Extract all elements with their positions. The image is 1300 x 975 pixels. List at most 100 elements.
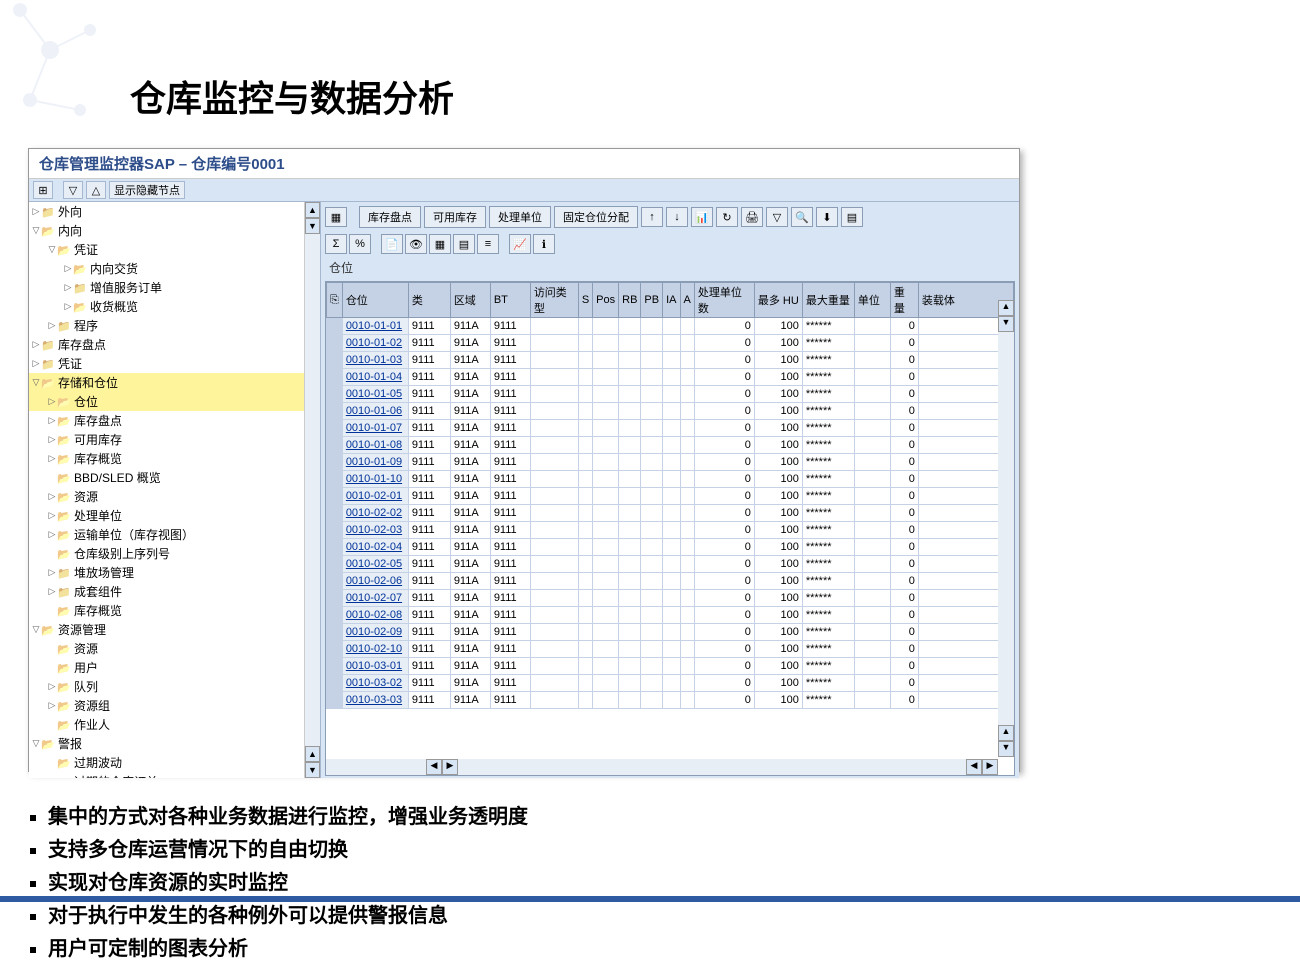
bin-link[interactable]: 0010-01-03 <box>342 352 408 369</box>
tree-item[interactable]: ▷可用库存 <box>29 430 320 449</box>
handling-unit-button[interactable]: 处理单位 <box>489 206 551 228</box>
scroll-down-icon[interactable]: ▼ <box>305 218 320 234</box>
detail-icon[interactable]: ▦ <box>325 207 347 227</box>
table-row[interactable]: 0010-02-049111911A91110100******0 <box>327 539 1014 556</box>
table-row[interactable]: 0010-02-019111911A91110100******0 <box>327 488 1014 505</box>
view-icon[interactable]: 👁 <box>405 234 427 254</box>
tree-arrow-icon[interactable]: ▽ <box>31 225 41 236</box>
table-row[interactable]: 0010-02-109111911A91110100******0 <box>327 641 1014 658</box>
sum-icon[interactable]: Σ <box>325 234 347 254</box>
row-selector[interactable] <box>327 624 343 641</box>
grid-vertical-scrollbar[interactable]: ▲ ▼ ▲ ▼ <box>998 300 1014 757</box>
bin-link[interactable]: 0010-02-03 <box>342 522 408 539</box>
row-selector[interactable] <box>327 658 343 675</box>
scroll-up-icon[interactable]: ▲ <box>998 300 1014 316</box>
scroll-up-icon[interactable]: ▲ <box>998 725 1014 741</box>
row-selector[interactable] <box>327 641 343 658</box>
table-row[interactable]: 0010-01-089111911A91110100******0 <box>327 437 1014 454</box>
tree-arrow-icon[interactable]: ▷ <box>47 491 57 502</box>
table-row[interactable]: 0010-02-039111911A91110100******0 <box>327 522 1014 539</box>
grid-horizontal-scrollbar[interactable]: ◀ ▶ ◀ ▶ <box>326 759 998 775</box>
col-header[interactable]: 访问类型 <box>530 283 578 318</box>
refresh-icon[interactable]: ↻ <box>716 207 738 227</box>
col-header[interactable]: IA <box>663 283 680 318</box>
info-icon[interactable]: ℹ <box>533 234 555 254</box>
table-row[interactable]: 0010-03-039111911A91110100******0 <box>327 692 1014 709</box>
row-selector[interactable] <box>327 471 343 488</box>
sort-asc-icon[interactable]: ↑ <box>641 207 663 227</box>
row-selector[interactable] <box>327 454 343 471</box>
bin-link[interactable]: 0010-02-09 <box>342 624 408 641</box>
row-selector[interactable] <box>327 573 343 590</box>
row-selector[interactable] <box>327 675 343 692</box>
row-selector[interactable] <box>327 522 343 539</box>
col-header[interactable]: Pos <box>593 283 619 318</box>
tree-item[interactable]: ▷外向 <box>29 202 320 221</box>
subtotal-icon[interactable]: % <box>349 234 371 254</box>
col-header[interactable]: 处理单位数 <box>694 283 754 318</box>
layout-icon[interactable]: ⊞ <box>33 181 53 199</box>
tree-item[interactable]: 资源 <box>29 639 320 658</box>
col-header[interactable]: PB <box>641 283 663 318</box>
tree-item[interactable]: ▷队列 <box>29 677 320 696</box>
tree-arrow-icon[interactable]: ▷ <box>63 282 73 293</box>
row-selector[interactable] <box>327 335 343 352</box>
scroll-down-icon[interactable]: ▼ <box>998 741 1014 757</box>
fixed-bin-button[interactable]: 固定仓位分配 <box>554 206 638 228</box>
excel-icon[interactable]: ▦ <box>429 234 451 254</box>
tree-arrow-icon[interactable]: ▷ <box>47 529 57 540</box>
tree-item[interactable]: ▷仓位 <box>29 392 320 411</box>
tree-item[interactable]: 仓库级别上序列号 <box>29 544 320 563</box>
export-icon[interactable]: ⬇ <box>816 207 838 227</box>
tree-item[interactable]: ▷收货概览 <box>29 297 320 316</box>
tree-item[interactable]: ▷库存盘点 <box>29 335 320 354</box>
tree-arrow-icon[interactable]: ▷ <box>31 206 41 217</box>
bin-link[interactable]: 0010-03-01 <box>342 658 408 675</box>
tree-item[interactable]: ▷凭证 <box>29 354 320 373</box>
col-header[interactable]: 最大重量 <box>802 283 854 318</box>
tree-arrow-icon[interactable]: ▷ <box>31 339 41 350</box>
tree-scrollbar[interactable]: ▲ ▼ ▲ ▼ <box>304 202 320 778</box>
tree-arrow-icon[interactable]: ▷ <box>47 567 57 578</box>
tree-arrow-icon[interactable]: ▷ <box>47 396 57 407</box>
bin-link[interactable]: 0010-02-01 <box>342 488 408 505</box>
row-selector[interactable] <box>327 352 343 369</box>
bin-link[interactable]: 0010-02-04 <box>342 539 408 556</box>
tree-arrow-icon[interactable]: ▽ <box>31 377 41 388</box>
bin-link[interactable]: 0010-02-10 <box>342 641 408 658</box>
bin-link[interactable]: 0010-01-04 <box>342 369 408 386</box>
col-header[interactable]: A <box>680 283 694 318</box>
inventory-count-button[interactable]: 库存盘点 <box>359 206 421 228</box>
table-row[interactable]: 0010-01-079111911A91110100******0 <box>327 420 1014 437</box>
bin-link[interactable]: 0010-01-06 <box>342 403 408 420</box>
row-selector[interactable] <box>327 386 343 403</box>
tree-arrow-icon[interactable]: ▷ <box>47 510 57 521</box>
bin-link[interactable]: 0010-02-05 <box>342 556 408 573</box>
table-row[interactable]: 0010-01-059111911A91110100******0 <box>327 386 1014 403</box>
row-selector[interactable] <box>327 369 343 386</box>
row-selector[interactable] <box>327 556 343 573</box>
tree-arrow-icon[interactable]: ▷ <box>47 434 57 445</box>
bin-link[interactable]: 0010-01-08 <box>342 437 408 454</box>
scroll-right-icon[interactable]: ▶ <box>982 759 998 775</box>
filter-icon[interactable]: ▽ <box>766 207 788 227</box>
tree-item[interactable]: BBD/SLED 概览 <box>29 468 320 487</box>
tree-arrow-icon[interactable]: ▽ <box>31 624 41 635</box>
bin-link[interactable]: 0010-01-05 <box>342 386 408 403</box>
sort-desc-icon[interactable]: ↓ <box>666 207 688 227</box>
table-row[interactable]: 0010-02-069111911A91110100******0 <box>327 573 1014 590</box>
tree-arrow-icon[interactable]: ▷ <box>31 358 41 369</box>
table-row[interactable]: 0010-01-039111911A91110100******0 <box>327 352 1014 369</box>
row-selector[interactable] <box>327 403 343 420</box>
row-selector[interactable] <box>327 437 343 454</box>
bin-link[interactable]: 0010-01-09 <box>342 454 408 471</box>
abc-icon[interactable]: ≡ <box>477 234 499 254</box>
col-header[interactable]: RB <box>619 283 641 318</box>
bin-link[interactable]: 0010-02-06 <box>342 573 408 590</box>
table-row[interactable]: 0010-01-029111911A91110100******0 <box>327 335 1014 352</box>
tree-arrow-icon[interactable]: ▷ <box>63 263 73 274</box>
tree-item[interactable]: ▽资源管理 <box>29 620 320 639</box>
row-selector[interactable] <box>327 607 343 624</box>
row-selector[interactable] <box>327 488 343 505</box>
show-hide-button[interactable]: 显示隐藏节点 <box>109 181 185 199</box>
